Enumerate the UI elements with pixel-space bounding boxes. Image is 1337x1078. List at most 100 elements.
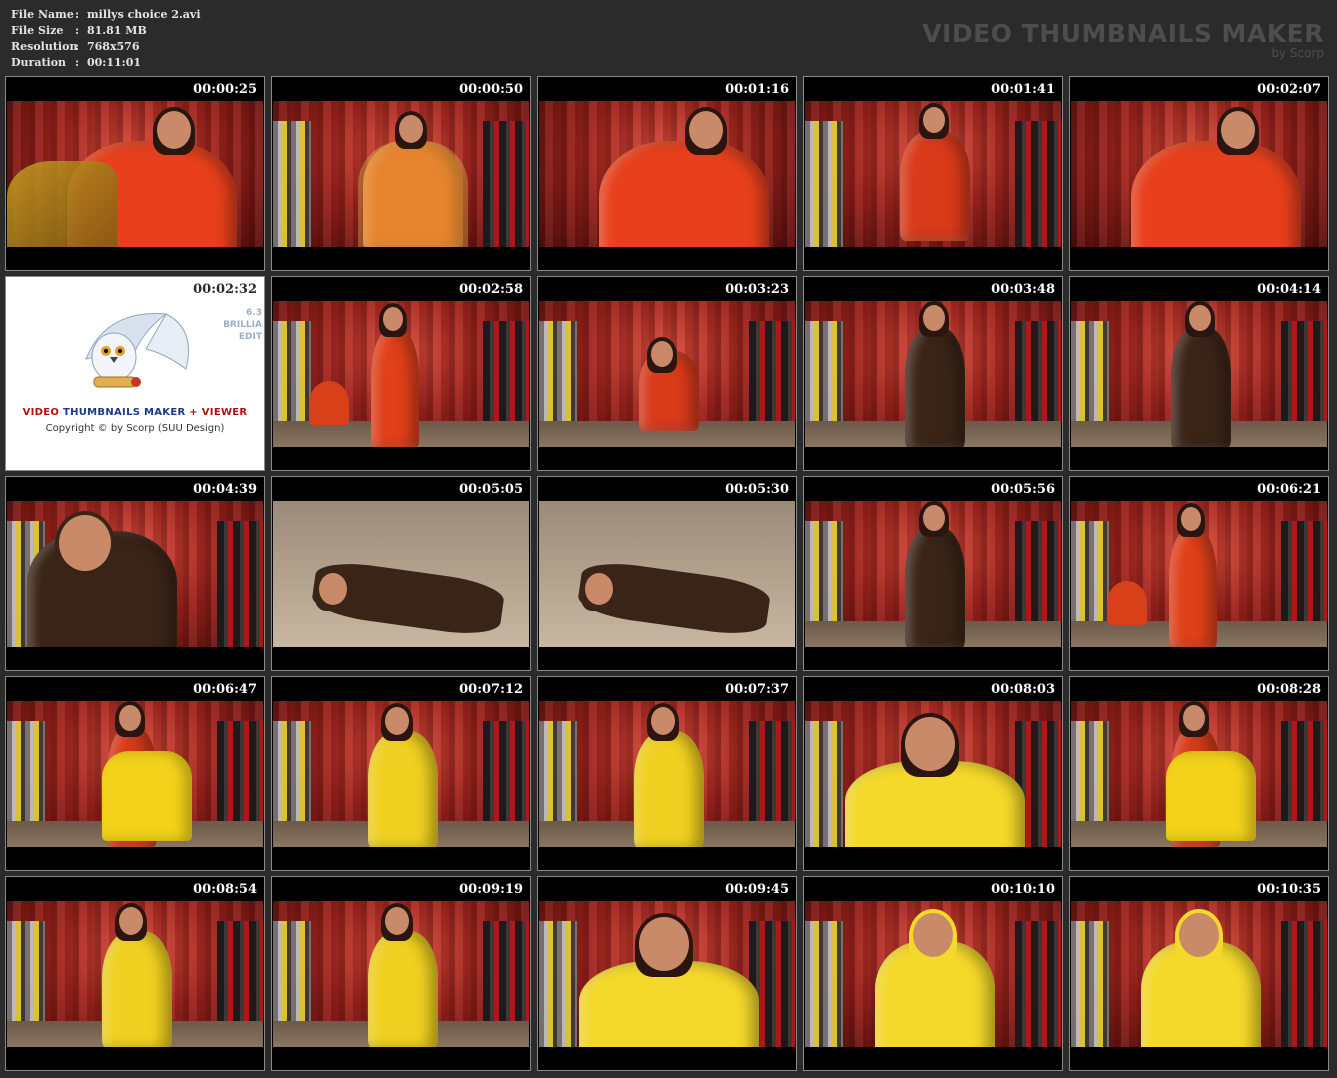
thumbnail[interactable]: 00:04:39 (5, 476, 265, 671)
person-face (157, 111, 191, 149)
thumbnail-timestamp: 00:08:03 (991, 682, 1055, 697)
thumbnail[interactable]: 00:09:45 (537, 876, 797, 1071)
thumbnail-timestamp: 00:07:12 (459, 682, 523, 697)
thumbnail-timestamp: 00:08:54 (193, 882, 257, 897)
thumbnail[interactable]: 00:05:30 (537, 476, 797, 671)
thumbnail[interactable]: 6.3 BRILLIA EDIT VIDEO THUMBNAILS MAKER … (5, 276, 265, 471)
brand-watermark: VIDEO THUMBNAILS MAKER by Scorp (922, 20, 1324, 61)
person-face (923, 505, 945, 531)
thumbnail-timestamp: 00:03:48 (991, 282, 1055, 297)
video-frame (539, 501, 795, 647)
coat-rack-left (805, 921, 843, 1047)
thumbnail[interactable]: 00:06:47 (5, 676, 265, 871)
coat-rack-right (1015, 921, 1061, 1047)
thumbnail[interactable]: 00:09:19 (271, 876, 531, 1071)
coat-rack-left (805, 721, 843, 847)
person-face (399, 115, 423, 143)
coat-rack-right (1015, 121, 1061, 247)
coat-rack-right (483, 121, 529, 247)
person-face (383, 307, 403, 331)
video-frame (1071, 101, 1327, 247)
file-info-separator: : (75, 8, 80, 21)
thumbnail[interactable]: 00:00:50 (271, 76, 531, 271)
file-info-label: File Size (11, 24, 64, 37)
logo-version-edition: BRILLIA (223, 320, 262, 330)
file-info-label: Resolution (11, 40, 78, 53)
coat-rack-left (273, 121, 311, 247)
file-info-row: File Size : 81.81 MB (11, 23, 201, 39)
person-figure (900, 131, 970, 241)
person-face (651, 341, 673, 367)
yellow-coat (1166, 751, 1256, 841)
thumbnail[interactable]: 00:01:41 (803, 76, 1063, 271)
thumbnail[interactable]: 00:06:21 (1069, 476, 1329, 671)
thumbnail[interactable]: 00:10:35 (1069, 876, 1329, 1071)
thumbnail[interactable]: 00:08:03 (803, 676, 1063, 871)
thumbnail[interactable]: 00:02:58 (271, 276, 531, 471)
video-frame (539, 701, 795, 847)
thumbnail-timestamp: 00:02:07 (1257, 82, 1321, 97)
thumbnail[interactable]: 00:08:28 (1069, 676, 1329, 871)
thumbnail[interactable]: 00:07:12 (271, 676, 531, 871)
person-face (1183, 705, 1205, 731)
logo-title-part2: THUMBNAILS MAKER (62, 407, 186, 418)
owl-logo-icon (85, 313, 189, 388)
thumbnail-timestamp: 00:10:10 (991, 882, 1055, 897)
video-frame (273, 101, 529, 247)
video-frame (805, 901, 1061, 1047)
person-figure (1171, 327, 1231, 447)
coat-rack-right (217, 521, 263, 647)
thumbnail[interactable]: 00:05:56 (803, 476, 1063, 671)
thumbnail[interactable]: 00:04:14 (1069, 276, 1329, 471)
thumbnail[interactable]: 00:00:25 (5, 76, 265, 271)
thumbnail-timestamp: 00:08:28 (1257, 682, 1321, 697)
person-figure (1169, 529, 1217, 647)
file-info-separator: : (75, 24, 80, 37)
helmet (309, 381, 349, 425)
file-info-label: File Name (11, 8, 74, 21)
thumbnail[interactable]: 00:05:05 (271, 476, 531, 671)
logo-version-number: 6.3 (246, 308, 262, 318)
thumbnail[interactable]: 00:07:37 (537, 676, 797, 871)
thumbnail[interactable]: 00:03:48 (803, 276, 1063, 471)
coat-rack-left (539, 921, 577, 1047)
thumbnail[interactable]: 00:08:54 (5, 876, 265, 1071)
thumbnail-timestamp: 00:02:32 (193, 282, 257, 297)
person-face (923, 107, 945, 133)
person-face (1189, 305, 1211, 331)
video-frame (273, 701, 529, 847)
person-figure (368, 731, 438, 847)
person-face (689, 111, 723, 149)
thumbnail[interactable]: 00:03:23 (537, 276, 797, 471)
file-info-row: Duration : 00:11:01 (11, 55, 201, 71)
logo-title-part3: + VIEWER (189, 407, 248, 418)
video-frame (1071, 301, 1327, 447)
video-frame (7, 701, 263, 847)
person-figure (371, 329, 419, 447)
thumbnail-timestamp: 00:03:23 (725, 282, 789, 297)
person-figure (368, 931, 438, 1047)
thumbnail-timestamp: 00:09:19 (459, 882, 523, 897)
person-face (585, 573, 613, 605)
thumbnail[interactable]: 00:01:16 (537, 76, 797, 271)
thumbnail-timestamp: 00:04:39 (193, 482, 257, 497)
person-figure (599, 141, 769, 247)
person-face (119, 705, 141, 731)
person-figure (905, 527, 965, 647)
logo-version-edit: EDIT (238, 332, 262, 342)
person-figure (102, 931, 172, 1047)
file-info-value: 00:11:01 (87, 56, 142, 69)
thumbnail-timestamp: 00:01:16 (725, 82, 789, 97)
thumbnail[interactable]: 00:10:10 (803, 876, 1063, 1071)
video-frame (7, 101, 263, 247)
clear-coat (358, 141, 468, 247)
person-face (651, 707, 675, 735)
file-info-separator: : (75, 40, 80, 53)
video-frame (273, 901, 529, 1047)
video-frame (1071, 501, 1327, 647)
thumbnail-timestamp: 00:00:25 (193, 82, 257, 97)
logo-version: 6.3 BRILLIA EDIT (223, 307, 262, 343)
thumbnail[interactable]: 00:02:07 (1069, 76, 1329, 271)
logo-title: VIDEO THUMBNAILS MAKER + VIEWER (6, 407, 264, 418)
video-frame (805, 501, 1061, 647)
